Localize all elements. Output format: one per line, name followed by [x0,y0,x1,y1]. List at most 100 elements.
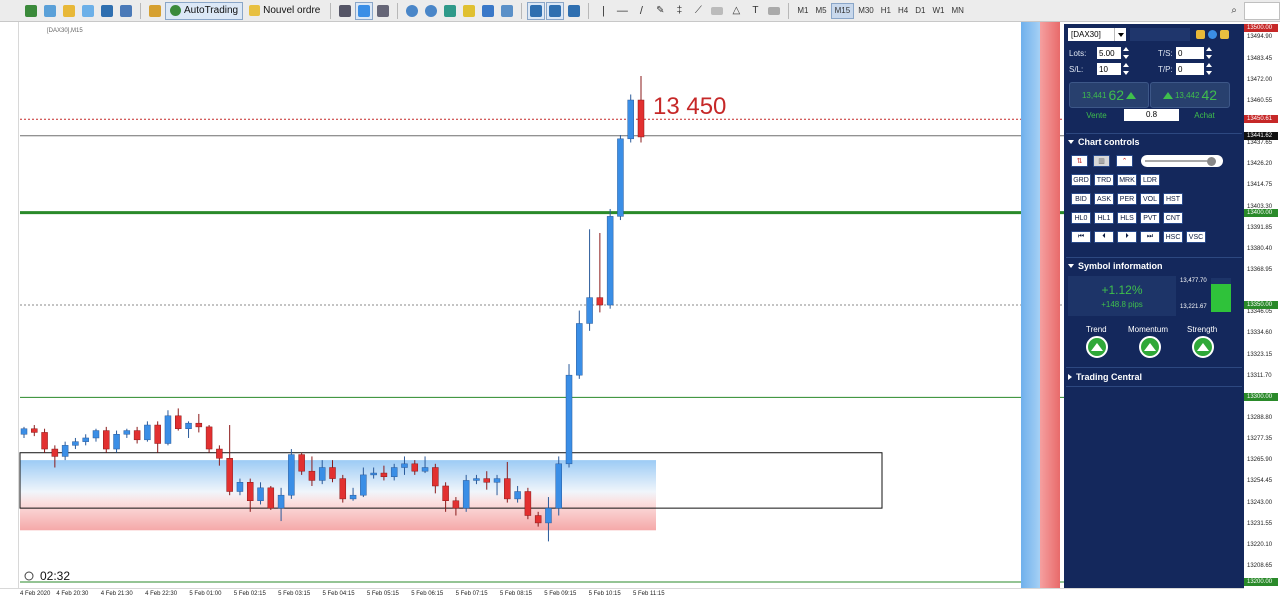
terminal-icon[interactable] [117,2,135,20]
candle-body [411,463,419,472]
period-separators-icon[interactable] [565,2,583,20]
new-chart-icon[interactable] [22,2,40,20]
templates-icon[interactable] [498,2,516,20]
timeframe-mn[interactable]: MN [948,3,966,19]
chip-ldr[interactable]: LDR [1140,174,1160,186]
candle [606,208,614,309]
bars-toggle-icon[interactable]: ▥ [1093,155,1110,167]
chip-cnt[interactable]: CNT [1163,212,1183,224]
sort-toggle-icon[interactable]: ⇅ [1071,155,1088,167]
symbol-select[interactable]: [DAX30] [1068,28,1126,41]
chart-controls-header[interactable]: Chart controls [1068,137,1140,147]
buy-button[interactable]: 13,442 42 [1150,82,1230,108]
tp-stepper[interactable] [1206,63,1212,75]
price-scale[interactable]: 13500.00 13494.90 13483.45 13472.00 13460.55… [1244,22,1280,588]
autotrading-button[interactable]: AutoTrading [165,1,244,20]
chip-hl0[interactable]: HL0 [1071,212,1091,224]
spread-value: 0.8 [1124,109,1179,121]
lots-input[interactable]: 5.00 [1097,47,1121,59]
chip-ask[interactable]: ASK [1094,193,1114,205]
fibonacci-icon[interactable]: ⟋ [689,2,707,20]
pencil-icon[interactable]: ✎ [651,2,669,20]
market-watch-icon[interactable] [60,2,78,20]
symbol-info-header[interactable]: Symbol information [1068,261,1163,271]
tile-windows-icon[interactable] [441,2,459,20]
text-label-icon[interactable]: T [746,2,764,20]
zoom-slider[interactable] [1141,155,1223,167]
chip-hl1[interactable]: HL1 [1094,212,1114,224]
chart-up-icon[interactable]: ⌃ [1116,155,1133,167]
timeframe-m15[interactable]: M15 [830,2,855,19]
candle [164,410,172,446]
timeframe-m1[interactable]: M1 [794,3,811,19]
cursor-icon[interactable]: | [594,2,612,20]
first-page-icon[interactable]: ⏮ [1071,231,1091,243]
data-window-icon[interactable] [79,2,97,20]
candle-body [144,424,151,441]
sl-input[interactable]: 10 [1097,63,1121,75]
timeframe-h1[interactable]: H1 [878,3,894,19]
trading-central-header[interactable]: Trading Central [1068,372,1142,382]
last-page-icon[interactable]: ⏭ [1140,231,1160,243]
profiles-icon[interactable] [41,2,59,20]
navigator-icon[interactable] [98,2,116,20]
tp-input[interactable]: 0 [1176,63,1204,75]
sl-stepper[interactable] [1123,63,1129,75]
chip-vol[interactable]: VOL [1140,193,1160,205]
metaeditor-icon[interactable] [146,2,164,20]
timeframe-d1[interactable]: D1 [912,3,928,19]
chip-pvt[interactable]: PVT [1140,212,1160,224]
zoom-in-icon[interactable] [403,2,421,20]
search-field[interactable] [1244,1,1280,20]
zoom-out-icon[interactable] [422,2,440,20]
chip-mrk[interactable]: MRK [1117,174,1137,186]
new-order-button[interactable]: Nouvel ordre [244,2,325,20]
horizontal-line-icon[interactable]: — [613,2,631,20]
vertical-line-icon[interactable]: ‡ [670,2,688,20]
time-tick-label: 5 Feb 10:15 [588,591,621,597]
toolbar-divider [330,2,332,19]
price-callout-label: 13 450 [653,93,726,120]
time-tick-label: 5 Feb 01:00 [189,591,222,597]
time-axis[interactable]: 4 Feb 2020 4 Feb 20:30 4 Feb 21:30 4 Feb 22… [0,588,1244,601]
timeframe-m30[interactable]: M30 [855,3,877,19]
indicators-icon[interactable] [460,2,478,20]
prev-page-icon[interactable]: ⏴ [1094,231,1114,243]
next-page-icon[interactable]: ⏵ [1117,231,1137,243]
gold-icon[interactable] [1196,30,1205,39]
vsc-chip[interactable]: VSC [1186,231,1206,243]
triangle-icon[interactable]: △ [727,2,745,20]
sell-button[interactable]: 13,441 62 [1069,82,1149,108]
bar-chart-icon[interactable] [336,2,354,20]
autoscroll-icon[interactable] [546,1,565,20]
chip-grd[interactable]: GRD [1071,174,1091,186]
chart-shift-icon[interactable] [479,2,497,20]
search-icon[interactable]: ⌕ [1225,2,1243,20]
chip-per[interactable]: PER [1117,193,1137,205]
ts-input[interactable]: 0 [1176,47,1204,59]
crosshair-icon[interactable] [527,1,546,20]
rectangle-icon[interactable] [708,2,726,20]
lots-stepper[interactable] [1123,47,1129,59]
timeframe-w1[interactable]: W1 [929,3,947,19]
chip-hst[interactable]: HST [1163,193,1183,205]
line-chart-icon[interactable] [374,2,392,20]
timeframe-h4[interactable]: H4 [895,3,911,19]
hsc-chip[interactable]: HSC [1163,231,1183,243]
chip-trd[interactable]: TRD [1094,174,1114,186]
zoom-slider-handle[interactable] [1207,156,1216,166]
label-icon[interactable] [765,2,783,20]
gear-icon[interactable] [1208,30,1217,39]
candle-body [216,448,223,459]
close-icon[interactable] [1220,30,1229,39]
timeframe-m5[interactable]: M5 [813,3,830,19]
chip-hls[interactable]: HLS [1117,212,1137,224]
candlestick-chart-icon[interactable] [355,1,374,20]
trendline-icon[interactable]: / [632,2,650,20]
candle-timer: 02:32 [40,569,70,583]
chip-bid[interactable]: BID [1071,193,1091,205]
price-tag: 13350.00 [1244,301,1278,309]
price-tag: 13450.61 [1244,115,1278,124]
symbol-search-field[interactable] [1130,28,1190,41]
ts-stepper[interactable] [1206,47,1212,59]
